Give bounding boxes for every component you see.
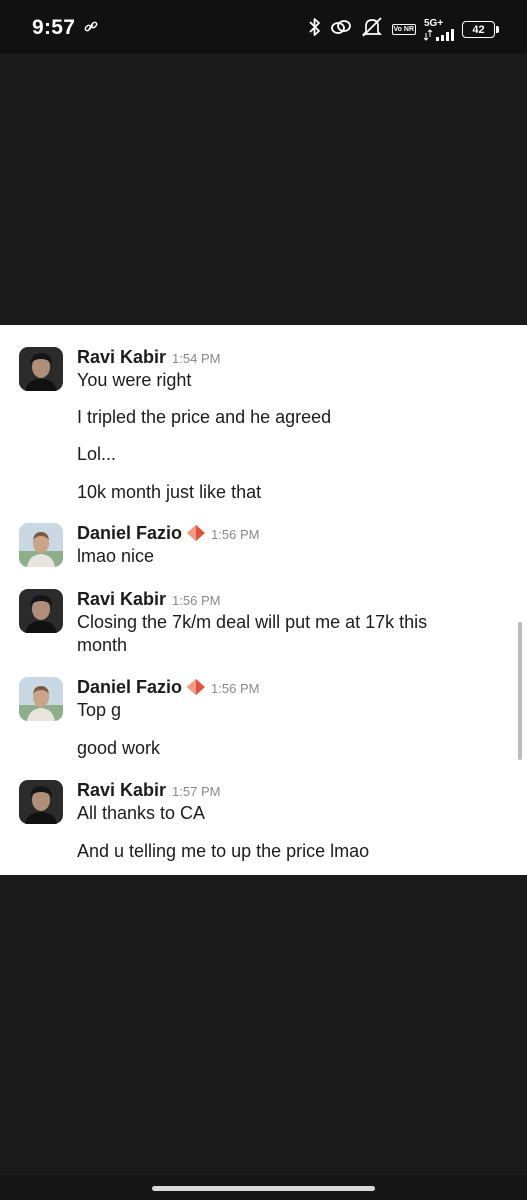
- message-header: Daniel Fazio 1:56 PM: [77, 523, 259, 544]
- network-label: 5G+: [424, 17, 444, 29]
- avatar-daniel[interactable]: [19, 523, 63, 567]
- sender-name[interactable]: Daniel Fazio: [77, 677, 182, 698]
- message-time[interactable]: 1:56 PM: [172, 593, 220, 608]
- message-time[interactable]: 1:57 PM: [172, 784, 220, 799]
- volte-icon: Vo NR: [391, 24, 416, 35]
- status-badge-icon: [187, 525, 206, 541]
- avatar-daniel[interactable]: [19, 677, 63, 721]
- hotspot-icon: [330, 17, 352, 42]
- message-text: And u telling me to up the price lmao: [77, 841, 370, 861]
- message-text: 10k month just like that: [77, 482, 262, 502]
- avatar-ravi[interactable]: [19, 780, 63, 824]
- media-padding-top: [0, 54, 527, 325]
- status-bar: 9:57 Vo NR 5G+ 42: [0, 0, 527, 54]
- message-text: lmao nice: [77, 546, 155, 566]
- sender-name[interactable]: Ravi Kabir: [77, 780, 166, 801]
- bluetooth-icon: [308, 17, 322, 42]
- status-time: 9:57: [32, 16, 76, 39]
- message-header: Ravi Kabir 1:57 PM: [77, 780, 220, 801]
- status-icons: Vo NR 5G+ 42: [308, 16, 499, 43]
- link-icon: [84, 20, 98, 39]
- mute-icon: [360, 16, 384, 43]
- message-text: I tripled the price and he agreed: [77, 407, 332, 427]
- home-indicator[interactable]: [152, 1186, 375, 1191]
- avatar-ravi[interactable]: [19, 589, 63, 633]
- status-badge-icon: [187, 679, 206, 695]
- message-text: good work: [77, 738, 161, 758]
- message-text: Closing the 7k/m deal will put me at 17k…: [77, 612, 428, 655]
- message-time[interactable]: 1:56 PM: [211, 681, 259, 696]
- message-header: Ravi Kabir 1:56 PM: [77, 589, 220, 610]
- message-text: Lol...: [77, 444, 117, 464]
- message-header: Daniel Fazio 1:56 PM: [77, 677, 259, 698]
- signal-icon: 5G+: [424, 17, 454, 41]
- battery-level: 42: [472, 23, 485, 36]
- avatar-ravi[interactable]: [19, 347, 63, 391]
- message-header: Ravi Kabir 1:54 PM: [77, 347, 220, 368]
- scrollbar[interactable]: [518, 622, 522, 760]
- message-text: You were right: [77, 370, 192, 390]
- message-text: All thanks to CA: [77, 803, 206, 823]
- message-time[interactable]: 1:54 PM: [172, 351, 220, 366]
- sender-name[interactable]: Ravi Kabir: [77, 589, 166, 610]
- chat-screenshot: Ravi Kabir 1:54 PM You were right I trip…: [0, 325, 527, 875]
- sender-name[interactable]: Daniel Fazio: [77, 523, 182, 544]
- sender-name[interactable]: Ravi Kabir: [77, 347, 166, 368]
- battery-icon: 42: [462, 21, 499, 38]
- message-text: Top g: [77, 700, 122, 720]
- media-padding-bottom: [0, 875, 527, 1175]
- message-time[interactable]: 1:56 PM: [211, 527, 259, 542]
- navigation-bar: [0, 1175, 527, 1200]
